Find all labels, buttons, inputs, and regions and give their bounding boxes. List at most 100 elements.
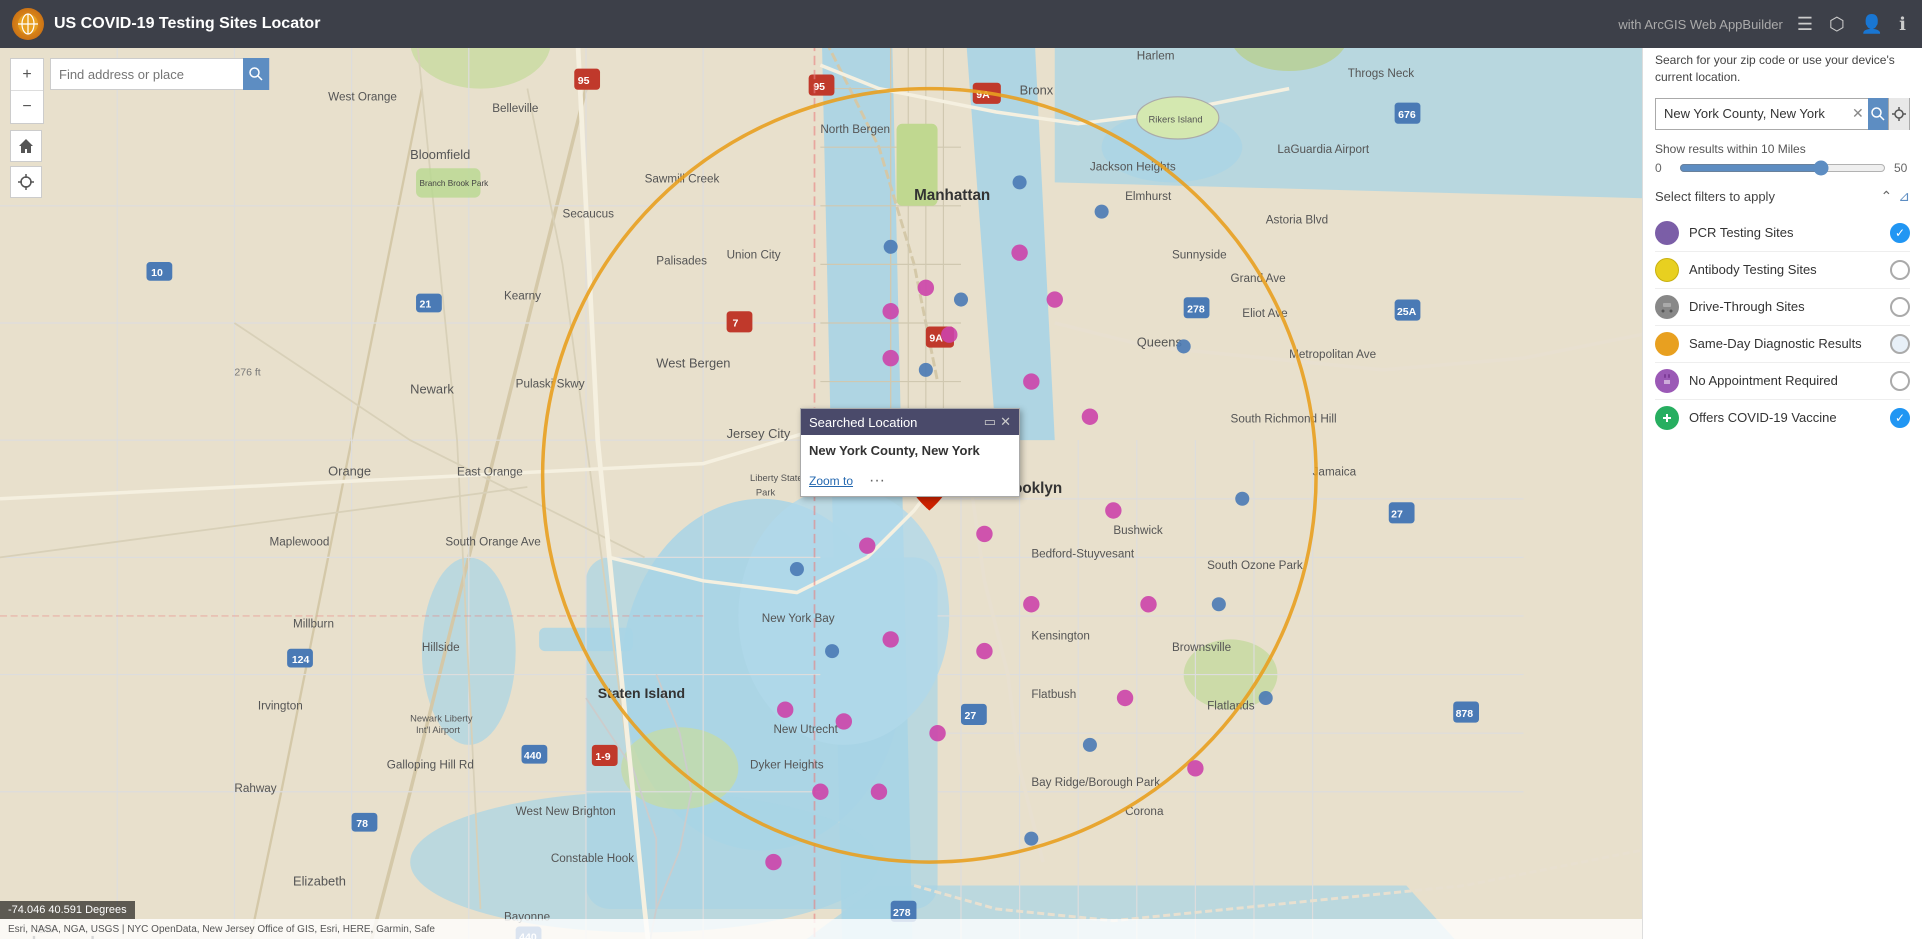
svg-text:Metropolitan Ave: Metropolitan Ave: [1289, 348, 1376, 361]
range-max-label: 50: [1894, 161, 1910, 175]
panel-description: Search for your zip code or use your dev…: [1655, 52, 1910, 86]
filter-checkbox-sameday[interactable]: [1890, 334, 1910, 354]
svg-text:East Orange: East Orange: [457, 465, 523, 478]
svg-text:Bushwick: Bushwick: [1113, 524, 1163, 537]
zoom-in-button[interactable]: +: [11, 59, 43, 91]
panel-locate-button[interactable]: [1888, 98, 1909, 130]
range-label: Show results within 10 Miles: [1655, 142, 1910, 156]
filter-label-noappt: No Appointment Required: [1689, 373, 1880, 388]
svg-text:278: 278: [893, 907, 911, 919]
svg-text:1-9: 1-9: [595, 751, 610, 763]
range-min-label: 0: [1655, 161, 1671, 175]
app-title: US COVID-19 Testing Sites Locator: [54, 15, 1608, 33]
svg-text:Branch Brook Park: Branch Brook Park: [420, 179, 490, 188]
searched-location-popup: Searched Location ▭ ✕ New York County, N…: [800, 408, 1020, 497]
filter-label-antibody: Antibody Testing Sites: [1689, 262, 1880, 277]
svg-text:124: 124: [292, 654, 310, 666]
popup-footer: Zoom to ···: [801, 470, 1019, 496]
map-toolbar: + −: [10, 58, 44, 198]
svg-text:Manhattan: Manhattan: [914, 187, 990, 204]
panel-search-clear-button[interactable]: ✕: [1848, 105, 1868, 122]
svg-text:Int'l Airport: Int'l Airport: [416, 725, 460, 735]
range-wrap: 0 50: [1655, 160, 1910, 176]
svg-text:Constable Hook: Constable Hook: [551, 852, 634, 865]
svg-text:Orange: Orange: [328, 463, 371, 478]
filters-collapse-icon[interactable]: ⌃: [1881, 188, 1893, 205]
svg-text:Flatbush: Flatbush: [1031, 688, 1076, 701]
svg-text:Millburn: Millburn: [293, 618, 334, 631]
range-slider[interactable]: [1679, 160, 1886, 176]
map-search-input[interactable]: [51, 67, 243, 82]
svg-text:Bedford-Stuyvesant: Bedford-Stuyvesant: [1031, 547, 1135, 560]
panel-search-input[interactable]: [1656, 106, 1848, 121]
svg-text:South Ozone Park: South Ozone Park: [1207, 559, 1303, 572]
map-search-bar: [50, 58, 270, 90]
filter-item-noappt: No Appointment Required: [1655, 363, 1910, 400]
menu-icon[interactable]: ☰: [1793, 10, 1817, 39]
zoom-controls: + −: [10, 58, 44, 124]
filter-icon-vaccine: [1655, 406, 1679, 430]
svg-text:North Bergen: North Bergen: [820, 123, 890, 136]
filter-checkbox-drive[interactable]: [1890, 297, 1910, 317]
panel-body: Search for your zip code or use your dev…: [1643, 40, 1922, 939]
svg-text:Astoria Blvd: Astoria Blvd: [1266, 213, 1328, 226]
app-logo: [12, 8, 44, 40]
map-search-button[interactable]: [243, 58, 269, 90]
filter-label-pcr: PCR Testing Sites: [1689, 225, 1880, 240]
svg-text:276 ft: 276 ft: [234, 367, 260, 379]
popup-more-options[interactable]: ···: [869, 472, 885, 490]
popup-title: Searched Location: [809, 415, 917, 430]
locate-button[interactable]: [10, 166, 42, 198]
filter-checkbox-pcr[interactable]: [1890, 223, 1910, 243]
filter-icon-sameday: [1655, 332, 1679, 356]
svg-text:278: 278: [1187, 303, 1205, 315]
panel-search-go-button[interactable]: [1868, 98, 1888, 130]
svg-text:New York Bay: New York Bay: [762, 612, 835, 625]
filter-item-antibody: Antibody Testing Sites: [1655, 252, 1910, 289]
svg-text:Kearny: Kearny: [504, 290, 541, 303]
svg-text:440: 440: [524, 750, 542, 762]
home-button[interactable]: [10, 130, 42, 162]
svg-text:27: 27: [965, 710, 977, 722]
popup-zoom-link[interactable]: Zoom to: [809, 474, 853, 488]
svg-text:10: 10: [151, 267, 163, 279]
filter-icon-drive: [1655, 295, 1679, 319]
filter-item-vaccine: Offers COVID-19 Vaccine: [1655, 400, 1910, 436]
svg-text:78: 78: [356, 818, 368, 830]
popup-close-icon[interactable]: ✕: [1000, 414, 1011, 430]
svg-text:878: 878: [1456, 708, 1474, 720]
filter-checkbox-antibody[interactable]: [1890, 260, 1910, 280]
map-area: Manhattan Brooklyn Queens Bronx Staten I…: [0, 48, 1922, 939]
filter-item-sameday: Same-Day Diagnostic Results: [1655, 326, 1910, 363]
popup-minimize-icon[interactable]: ▭: [984, 414, 996, 430]
map-attribution: Esri, NASA, NGA, USGS | NYC OpenData, Ne…: [0, 919, 1922, 939]
svg-text:Hillside: Hillside: [422, 641, 460, 654]
popup-header: Searched Location ▭ ✕: [801, 409, 1019, 435]
app-header: US COVID-19 Testing Sites Locator with A…: [0, 0, 1922, 48]
filter-checkbox-noappt[interactable]: [1890, 371, 1910, 391]
filters-icons: ⌃ ⊿: [1881, 188, 1910, 205]
share-icon[interactable]: 👤: [1857, 10, 1887, 39]
svg-text:Newark: Newark: [410, 381, 454, 396]
svg-text:676: 676: [1398, 109, 1416, 121]
svg-text:West Orange: West Orange: [328, 90, 397, 103]
svg-text:Park: Park: [756, 487, 776, 497]
svg-text:Sunnyside: Sunnyside: [1172, 249, 1227, 262]
svg-text:Harlem: Harlem: [1137, 49, 1175, 62]
info-icon[interactable]: ℹ: [1895, 10, 1910, 39]
svg-text:27: 27: [1391, 509, 1403, 521]
svg-text:New Utrecht: New Utrecht: [773, 723, 838, 736]
svg-text:Newark Liberty: Newark Liberty: [410, 713, 473, 723]
svg-text:95: 95: [578, 75, 590, 87]
filter-checkbox-vaccine[interactable]: [1890, 408, 1910, 428]
svg-text:Kensington: Kensington: [1031, 629, 1090, 642]
filter-icon-antibody: [1655, 258, 1679, 282]
svg-text:Brownsville: Brownsville: [1172, 641, 1231, 654]
svg-text:Irvington: Irvington: [258, 700, 303, 713]
zoom-out-button[interactable]: −: [11, 91, 43, 123]
svg-text:Belleville: Belleville: [492, 102, 538, 115]
svg-text:Bloomfield: Bloomfield: [410, 147, 470, 162]
svg-text:Bay Ridge/Borough Park: Bay Ridge/Borough Park: [1031, 776, 1160, 789]
right-panel: Locate COVID-19 Testing Sites ⌃ ✕ Search…: [1642, 0, 1922, 939]
layers-icon[interactable]: ⬡: [1825, 10, 1849, 39]
